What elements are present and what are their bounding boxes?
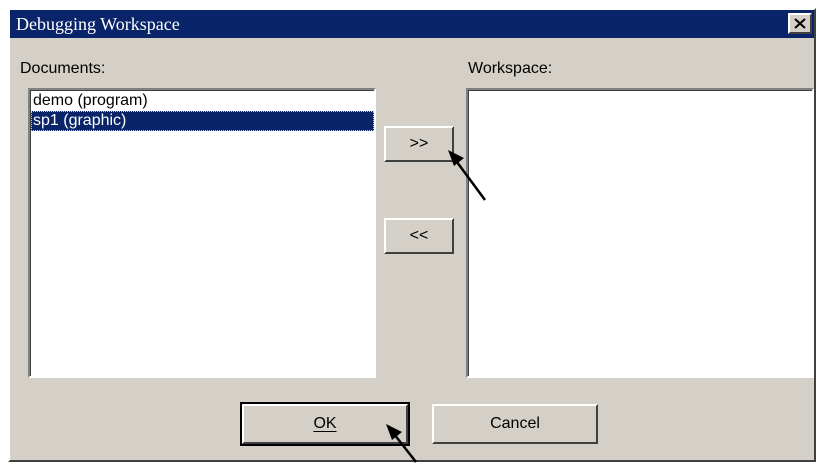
window-title: Debugging Workspace — [16, 14, 180, 34]
ok-button[interactable]: OK — [240, 402, 410, 446]
documents-listbox[interactable]: demo (program) sp1 (graphic) — [28, 88, 376, 378]
close-icon — [794, 18, 806, 29]
title-bar[interactable]: Debugging Workspace — [10, 10, 814, 38]
documents-label: Documents: — [20, 60, 106, 77]
debugging-workspace-dialog: Debugging Workspace Documents: Workspace… — [8, 8, 816, 462]
workspace-label: Workspace: — [468, 60, 553, 77]
workspace-listbox[interactable] — [466, 88, 814, 378]
ok-label: OK — [313, 415, 337, 432]
cancel-label: Cancel — [490, 415, 540, 432]
remove-from-workspace-button[interactable]: << — [384, 218, 454, 254]
add-to-workspace-button[interactable]: >> — [384, 126, 454, 162]
close-button[interactable] — [788, 13, 812, 34]
list-item[interactable]: sp1 (graphic) — [31, 111, 374, 131]
list-item[interactable]: demo (program) — [31, 91, 374, 111]
cancel-button[interactable]: Cancel — [432, 404, 598, 444]
